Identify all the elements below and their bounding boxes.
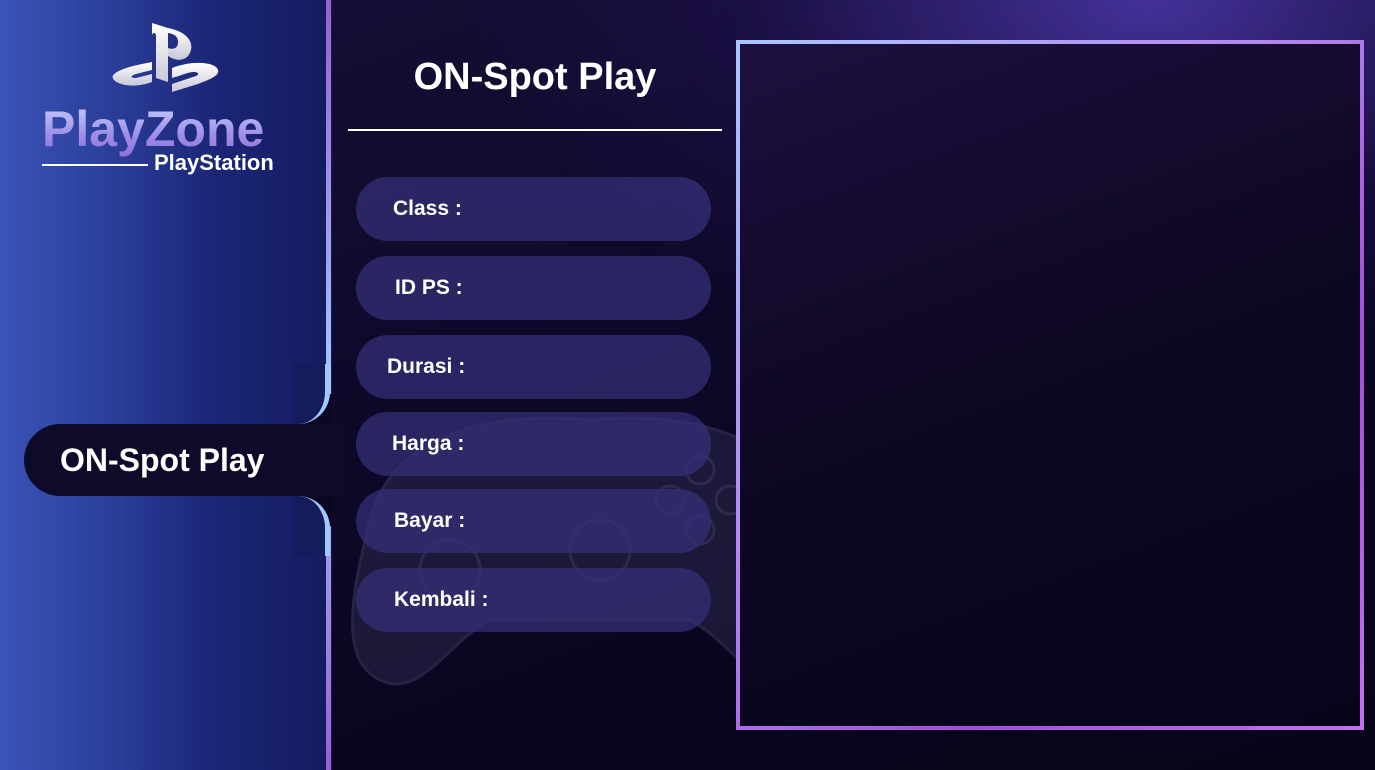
title-divider — [348, 129, 722, 131]
brand-divider — [42, 164, 148, 166]
kembali-field[interactable]: Kembali : — [356, 568, 711, 632]
kembali-label: Kembali : — [394, 588, 489, 611]
id-ps-label: ID PS : — [395, 276, 463, 299]
sidebar-curve-bottom — [294, 494, 332, 556]
sidebar-curve-top — [294, 364, 332, 426]
durasi-field[interactable]: Durasi : — [356, 335, 711, 399]
preview-panel-content — [740, 44, 1360, 726]
sidebar-item-label: ON-Spot Play — [60, 441, 265, 478]
brand-subtitle: PlayStation — [154, 150, 274, 175]
playstation-logo-icon — [112, 23, 219, 92]
harga-label: Harga : — [392, 432, 465, 455]
bayar-label: Bayar : — [394, 509, 466, 532]
bayar-field[interactable]: Bayar : — [356, 489, 711, 553]
preview-panel — [736, 40, 1364, 730]
id-ps-field[interactable]: ID PS : — [356, 256, 711, 320]
sidebar-item-on-spot-play[interactable]: ON-Spot Play — [24, 424, 344, 496]
class-label: Class : — [393, 197, 462, 220]
brand-logo: PlayZone PlayStation — [40, 20, 290, 180]
class-field[interactable]: Class : — [356, 177, 711, 241]
page-title: ON-Spot Play — [413, 56, 657, 98]
durasi-label: Durasi : — [387, 355, 466, 378]
harga-field[interactable]: Harga : — [356, 412, 711, 476]
